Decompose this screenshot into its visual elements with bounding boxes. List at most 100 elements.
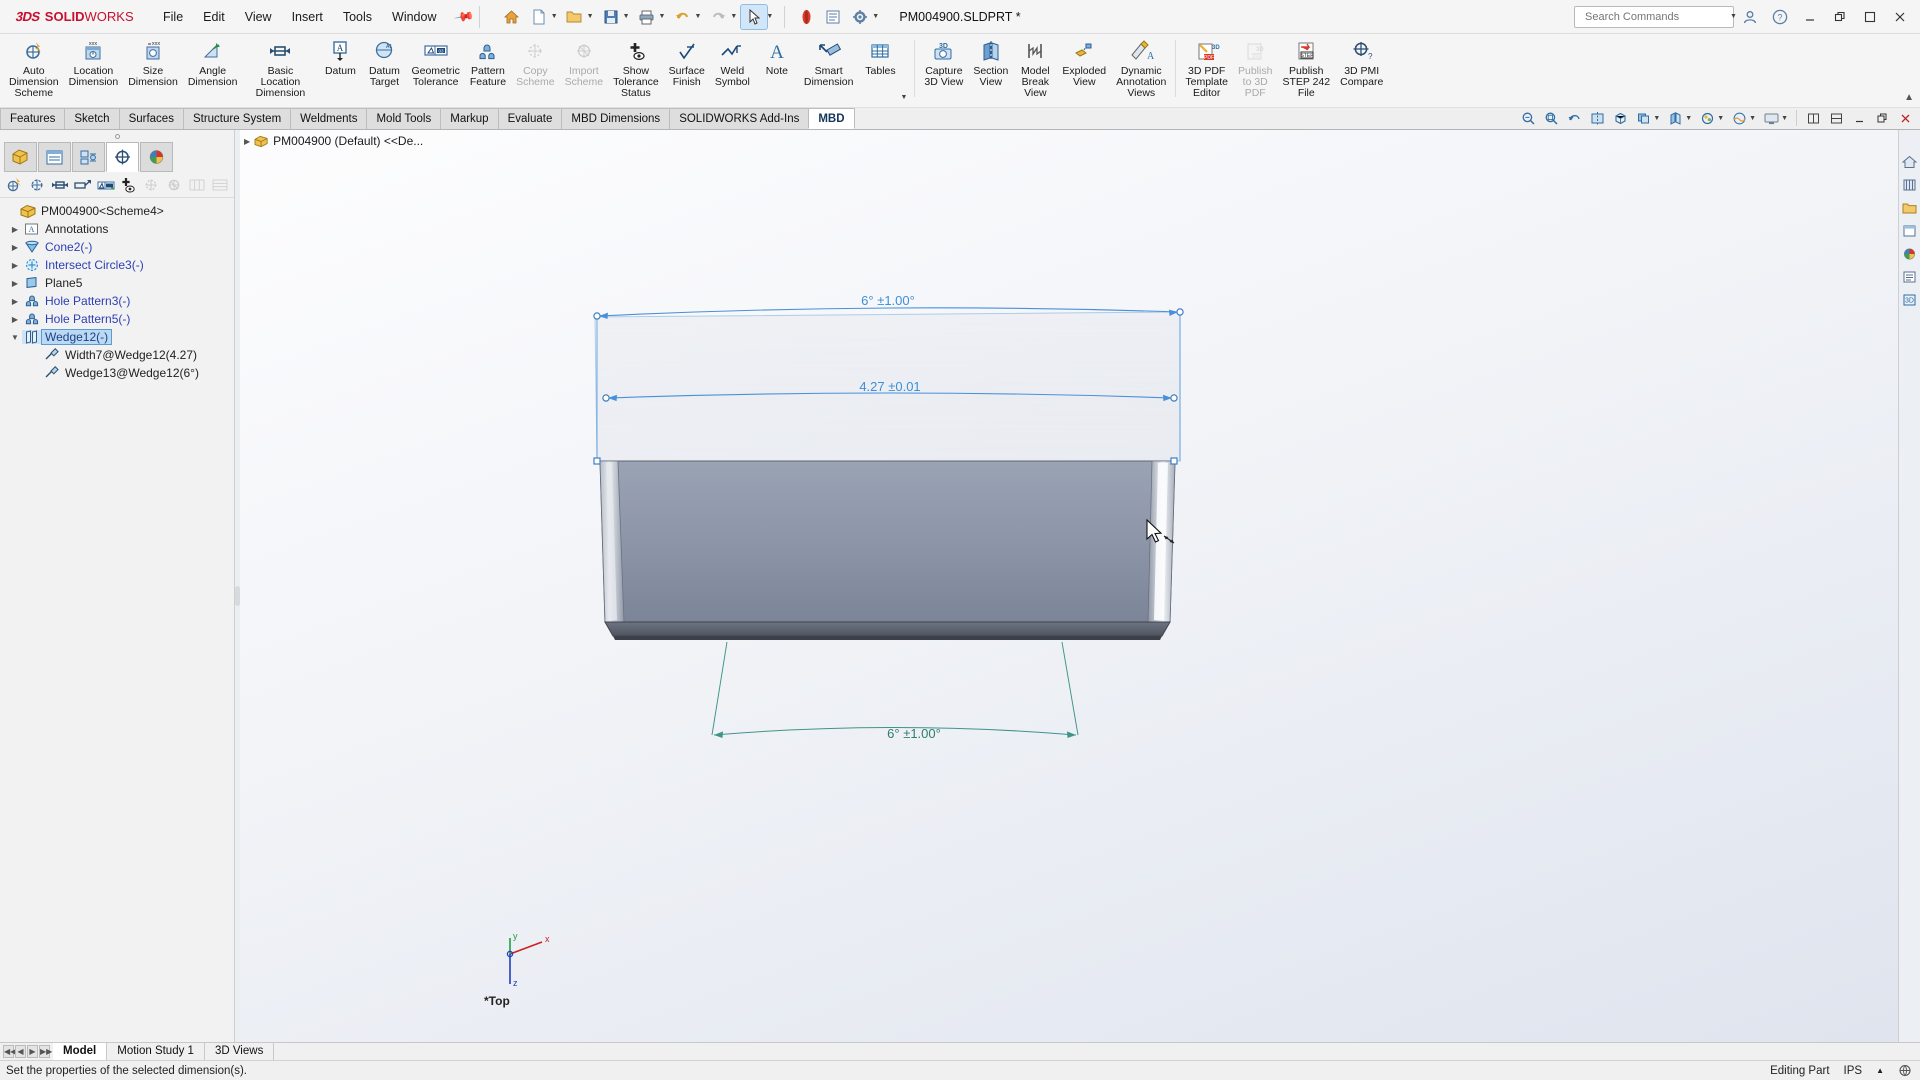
design-library-icon[interactable]	[1900, 175, 1920, 195]
cmd-model-break-view[interactable]: Model Break View	[1013, 34, 1057, 101]
last-tab-arrow[interactable]: ▶▶	[39, 1045, 52, 1058]
rebuild-icon[interactable]	[793, 5, 819, 29]
previous-view-icon[interactable]	[1563, 108, 1585, 128]
new-document-caret[interactable]: ▼	[551, 13, 561, 20]
cmd-datum[interactable]: A Datum	[318, 34, 362, 79]
tab-mbd-dimensions[interactable]: MBD Dimensions	[561, 108, 671, 129]
show-tolerance-status-tool[interactable]	[118, 174, 140, 196]
search-input[interactable]	[1585, 10, 1727, 23]
tab-evaluate[interactable]: Evaluate	[497, 108, 563, 129]
options-caret[interactable]: ▼	[872, 13, 882, 20]
expand-arrow-icon[interactable]: ▶	[8, 279, 22, 288]
restore-doc-icon[interactable]	[1871, 108, 1893, 128]
cmd-section-view[interactable]: Section View	[968, 34, 1013, 90]
tree-item-hole-pattern3[interactable]: ▶ Hole Pattern3(-)	[0, 292, 234, 310]
apply-scene-icon[interactable]	[1728, 108, 1750, 128]
minimize-icon[interactable]	[1796, 4, 1824, 30]
prev-tab-arrow[interactable]: ◀	[15, 1045, 26, 1058]
view-settings-icon[interactable]	[1760, 108, 1782, 128]
cmd-capture-3d-view[interactable]: 3D Capture 3D View	[919, 34, 968, 90]
scene-caret[interactable]: ▼	[1749, 115, 1759, 122]
tree-item-plane5[interactable]: ▶ Plane5	[0, 274, 234, 292]
undo-caret[interactable]: ▼	[694, 13, 704, 20]
tile-vertically-icon[interactable]	[1825, 108, 1847, 128]
menu-file[interactable]: File	[154, 6, 192, 28]
file-properties-icon[interactable]	[820, 5, 846, 29]
mbd-task-icon[interactable]: 3D	[1900, 290, 1920, 310]
dimxpert-manager-tab[interactable]	[106, 142, 139, 172]
bottom-tab-motion-study[interactable]: Motion Study 1	[107, 1043, 205, 1060]
graphics-viewport[interactable]: ▶ PM004900 (Default) <<De... 6° ±1.00° 4…	[240, 130, 1898, 1042]
tree-item-wedge12[interactable]: ▼ Wedge12(-)	[0, 328, 234, 346]
maximize-icon[interactable]	[1856, 4, 1884, 30]
overlay-icon[interactable]	[1898, 1064, 1912, 1077]
cmd-show-tolerance-status[interactable]: Show Tolerance Status	[608, 34, 664, 101]
cmd-pattern-feature[interactable]: Pattern Feature	[465, 34, 511, 90]
datum-tool[interactable]	[72, 174, 94, 196]
tree-item-root[interactable]: PM004900<Scheme4>	[0, 202, 234, 220]
collapse-ribbon-icon[interactable]: ▲	[1904, 92, 1914, 103]
undo-icon[interactable]	[669, 5, 695, 29]
display-style-icon[interactable]	[1632, 108, 1654, 128]
configuration-manager-tab[interactable]	[72, 142, 105, 172]
hide-show-items-icon[interactable]	[1664, 108, 1686, 128]
close-doc-icon[interactable]	[1894, 108, 1916, 128]
cmd-smart-dimension[interactable]: Smart Dimension	[799, 34, 859, 90]
select-icon[interactable]	[740, 3, 769, 30]
model-canvas[interactable]: 6° ±1.00° 4.27 ±0.01 6° ±1.00°	[240, 130, 1898, 1030]
cmd-3d-pdf-template-editor[interactable]: 3D PDF 3D PDF Template Editor	[1180, 34, 1233, 101]
geometric-tolerance-tool[interactable]	[95, 174, 117, 196]
tab-weldments[interactable]: Weldments	[290, 108, 368, 129]
display-manager-tab[interactable]	[140, 142, 173, 172]
cmd-dynamic-annotation-views[interactable]: A Dynamic Annotation Views	[1111, 34, 1171, 101]
cmd-publish-step-242[interactable]: STEP Publish STEP 242 File	[1277, 34, 1335, 101]
zoom-to-fit-icon[interactable]	[1517, 108, 1539, 128]
home-icon[interactable]	[499, 5, 525, 29]
cmd-geometric-tolerance[interactable]: 03 Geometric Tolerance	[406, 34, 464, 90]
cmd-surface-finish[interactable]: Surface Finish	[664, 34, 710, 90]
cmd-auto-dimension-scheme[interactable]: Auto Dimension Scheme	[4, 34, 64, 101]
tables-caret[interactable]: ▼	[900, 94, 910, 107]
tree-item-width7[interactable]: Width7@Wedge12(4.27)	[0, 346, 234, 364]
view-palette-icon[interactable]	[1900, 221, 1920, 241]
expand-arrow-icon[interactable]: ▶	[8, 243, 22, 252]
open-document-caret[interactable]: ▼	[587, 13, 597, 20]
auto-dimension-scheme-tool[interactable]	[3, 174, 25, 196]
account-icon[interactable]	[1736, 4, 1764, 30]
tab-mbd[interactable]: MBD	[808, 108, 855, 129]
new-document-icon[interactable]	[526, 5, 552, 29]
cmd-weld-symbol[interactable]: Weld Symbol	[710, 34, 755, 90]
tile-horizontally-icon[interactable]	[1802, 108, 1824, 128]
expand-arrow-icon[interactable]: ▶	[8, 297, 22, 306]
redo-caret[interactable]: ▼	[730, 13, 740, 20]
tree-item-cone2[interactable]: ▶ Cone2(-)	[0, 238, 234, 256]
cmd-datum-target[interactable]: A1 Datum Target	[362, 34, 406, 90]
menu-tools[interactable]: Tools	[334, 6, 381, 28]
property-manager-tab[interactable]	[38, 142, 71, 172]
cmd-basic-location-dimension[interactable]: Basic Location Dimension	[242, 34, 318, 101]
close-icon[interactable]	[1886, 4, 1914, 30]
display-style-caret[interactable]: ▼	[1653, 115, 1663, 122]
menu-insert[interactable]: Insert	[283, 6, 332, 28]
tab-nav-arrows[interactable]: ◀◀ ◀ ▶ ▶▶	[0, 1043, 53, 1060]
file-explorer-icon[interactable]	[1900, 198, 1920, 218]
expand-arrow-icon[interactable]: ▶	[8, 261, 22, 270]
units-label[interactable]: IPS	[1844, 1065, 1863, 1077]
hide-show-caret[interactable]: ▼	[1685, 115, 1695, 122]
custom-properties-icon[interactable]	[1900, 267, 1920, 287]
cmd-note[interactable]: A Note	[755, 34, 799, 79]
tab-mold-tools[interactable]: Mold Tools	[366, 108, 442, 129]
tab-surfaces[interactable]: Surfaces	[118, 108, 184, 129]
open-document-icon[interactable]	[562, 5, 588, 29]
menu-edit[interactable]: Edit	[194, 6, 234, 28]
cmd-3d-pmi-compare[interactable]: ? 3D PMI Compare	[1335, 34, 1388, 90]
cmd-tables[interactable]: Tables	[858, 34, 902, 79]
tree-item-wedge13[interactable]: Wedge13@Wedge12(6°)	[0, 364, 234, 382]
bottom-tab-3d-views[interactable]: 3D Views	[205, 1043, 275, 1060]
minimize-doc-icon[interactable]	[1848, 108, 1870, 128]
tab-markup[interactable]: Markup	[440, 108, 499, 129]
home-task-icon[interactable]	[1900, 152, 1920, 172]
tab-solidworks-add-ins[interactable]: SOLIDWORKS Add-Ins	[669, 108, 810, 129]
restore-icon[interactable]	[1826, 4, 1854, 30]
edit-appearance-icon[interactable]	[1696, 108, 1718, 128]
